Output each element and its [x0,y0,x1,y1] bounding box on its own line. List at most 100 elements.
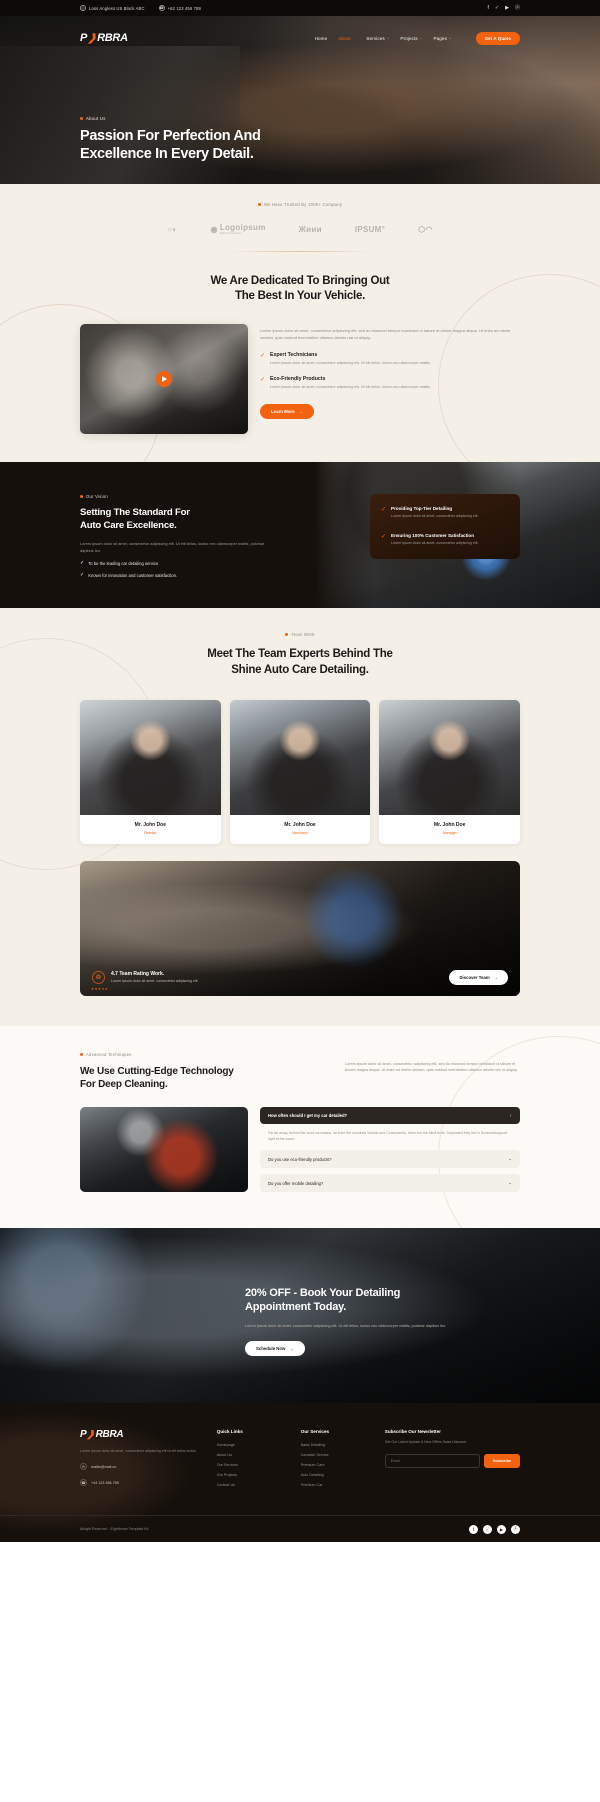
team-member-photo [379,699,521,815]
hero-eyebrow-label: About Us [86,116,106,121]
schedule-now-button[interactable]: Schedule Now → [245,1341,305,1357]
footer-service-carwash[interactable]: Carwash Service [301,1453,369,1457]
team-member-card[interactable]: Mr. John Doe Director [80,699,221,844]
footer-newsletter-title: Subscribe Our Newsletter [384,1429,441,1434]
dedicated-section: We Are Dedicated To Bringing Out The Bes… [0,264,600,463]
footer-service-basic-detailing[interactable]: Basic Detailing [301,1443,369,1447]
brand-logo-2-text: Logoipsum [219,223,266,232]
hero-eyebrow: About Us [80,116,261,121]
nav-item-projects[interactable]: Projects ⌄ [400,36,422,41]
dedicated-paragraph: Lorem ipsum dolor sit amet, consectetur … [260,328,511,340]
rating-title: 4.7 Team Rating Work. [111,971,165,978]
vision-card-item-2-title: Ensuring 100% Customer Satisfaction [391,533,474,539]
team-eyebrow-label: Team Work [291,632,315,638]
nav-item-services[interactable]: Services ⌄ [366,36,389,41]
chevron-down-icon: ⌄ [352,36,356,40]
youtube-icon[interactable]: ▶ [505,5,509,11]
divider [227,251,373,252]
chevron-down-icon: ⌄ [386,36,390,40]
faq-item-2: Do you use eco-friendly products? ⌄ [260,1150,520,1168]
team-member-card[interactable]: Mr. John Doe Manager [379,699,521,844]
footer-logo[interactable]: P ❱ RBRA [80,1429,201,1440]
check-icon: ✓ [381,506,387,513]
footer-link-our-services[interactable]: Our Services [217,1463,285,1467]
brand-logo-4: IPSUM° [355,225,385,234]
discover-team-button[interactable]: Discover Team → [449,969,508,985]
pinterest-icon[interactable]: ⓟ [511,1524,520,1534]
feature-desc: Lorem ipsum dolor sit amet, consectetur … [270,360,431,365]
nav-item-about[interactable]: About ⌄ [338,36,355,41]
topbar-phone[interactable]: ☎ +62 123 456 789 [158,5,201,11]
twitter-icon[interactable]: ✓ [495,5,499,11]
technology-faq-section: Advanced Techniques We Use Cutting-Edge … [0,1025,600,1228]
brands-section: We Have Trusted By 1000+ Company ○◐ ◉ Log… [0,184,600,264]
vision-eyebrow: Our Vision [80,494,275,499]
team-member-photo [80,699,221,815]
newsletter-email-input[interactable] [384,1453,480,1468]
subscribe-button[interactable]: Subscribe [483,1453,520,1468]
youtube-icon[interactable]: ▶ [497,1524,506,1534]
footer-email[interactable]: ✉ mailto@mail.co [80,1463,201,1471]
pinterest-icon[interactable]: ⓟ [515,5,520,11]
faq-question-2[interactable]: Do you use eco-friendly products? ⌄ [260,1150,520,1168]
nav-item-home[interactable]: Home [315,36,328,41]
topbar-address: ◎ Loss Angless US Block ABC [80,5,145,11]
nav-item-pages[interactable]: Pages ⌄ [433,36,451,41]
footer-service-premium-car[interactable]: Premium Car [301,1483,369,1487]
footer-link-homepage[interactable]: Homepage [217,1443,285,1447]
tech-title-line2: For Deep Cleaning. [80,1078,168,1090]
intro-video-thumbnail[interactable] [80,324,248,435]
faq-answer-1: Far far away, behind the word mountains,… [268,1130,508,1141]
tech-title: We Use Cutting-Edge Technology For Deep … [80,1065,327,1091]
feature-title: Eco-Friendly Products [270,376,326,383]
play-button-icon[interactable] [156,371,172,388]
team-member-card[interactable]: Mr. John Doe Mechanic [229,699,371,844]
footer-phone[interactable]: ☎ +44 123 456 789 [80,1479,201,1487]
footer-link-about-us[interactable]: About Us [217,1453,285,1457]
footer-link-our-projects[interactable]: Our Projects [217,1473,285,1477]
logo-swoosh-icon: ❱ [86,1429,96,1439]
vision-title-line1: Setting The Standard For [80,507,190,519]
vision-list-item-1-label: To be the leading car detailing service [88,561,159,567]
learn-more-button[interactable]: Learn More → [260,404,314,420]
twitter-icon[interactable]: ✓ [483,1524,492,1534]
arrow-right-icon: → [289,1346,294,1352]
team-section: Team Work Meet The Team Experts Behind T… [0,608,600,1026]
topbar-phone-text: +62 123 456 789 [167,5,201,11]
facebook-icon[interactable]: f [488,5,489,11]
footer-link-contact-us[interactable]: Contact Us [217,1483,285,1487]
check-icon: ✓ [80,560,85,567]
footer-copyright: Allright Reserved - Eighthome Template K… [80,1527,149,1531]
team-member-name: Mr. John Doe [134,821,167,828]
tech-eyebrow-label: Advanced Techniques [86,1051,132,1057]
brand-logo-3: Жиии [299,225,322,234]
nav-item-home-label: Home [314,35,328,41]
faq-question-1[interactable]: How often should I get my car detailed? … [260,1106,520,1124]
nav-item-services-label: Services [366,35,385,41]
hero-content: About Us Passion For Perfection And Exce… [80,116,261,163]
footer-service-premium-care[interactable]: Premium Care [301,1463,369,1467]
footer-service-auto-detailing[interactable]: Auto Detailing [301,1473,369,1477]
footer-quick-links-title: Quick Links [216,1429,243,1434]
get-a-quote-button[interactable]: Get A Quote [475,31,520,45]
faq-question-3[interactable]: Do you offer mobile detailing? ⌄ [260,1174,520,1192]
footer-social-links: f ✓ ▶ ⓟ [469,1524,520,1534]
tech-image [80,1106,248,1192]
nav-item-about-label: About [338,35,351,41]
team-member-name: Mr. John Doe [433,821,466,828]
chevron-up-icon: ↑ [509,1112,512,1118]
facebook-icon[interactable]: f [469,1524,478,1534]
rating-stars: ★★★★★ [91,986,109,991]
logo-swoosh-icon: ❱ [86,32,98,44]
learn-more-label: Learn More [271,409,295,415]
footer-quick-links: Quick Links Homepage About Us Our Servic… [217,1429,285,1493]
vision-eyebrow-label: Our Vision [86,494,108,500]
site-logo[interactable]: P ❱ RBRA [80,32,128,44]
topbar-social-links: f ✓ ▶ ⓟ [488,5,520,11]
feature-item-eco-friendly-products: ✓ Eco-Friendly Products Lorem ipsum dolo… [260,376,520,391]
cta-title-line1: 20% OFF - Book Your Detailing [245,1287,401,1299]
brands-eyebrow: We Have Trusted By 1000+ Company [0,202,600,207]
footer-newsletter-desc: Get Our Latest Update & New Offers Sales… [384,1440,467,1444]
brand-logo-1-text: ○◐ [167,224,178,234]
brands-eyebrow-label: We Have Trusted By 1000+ Company [263,202,343,207]
